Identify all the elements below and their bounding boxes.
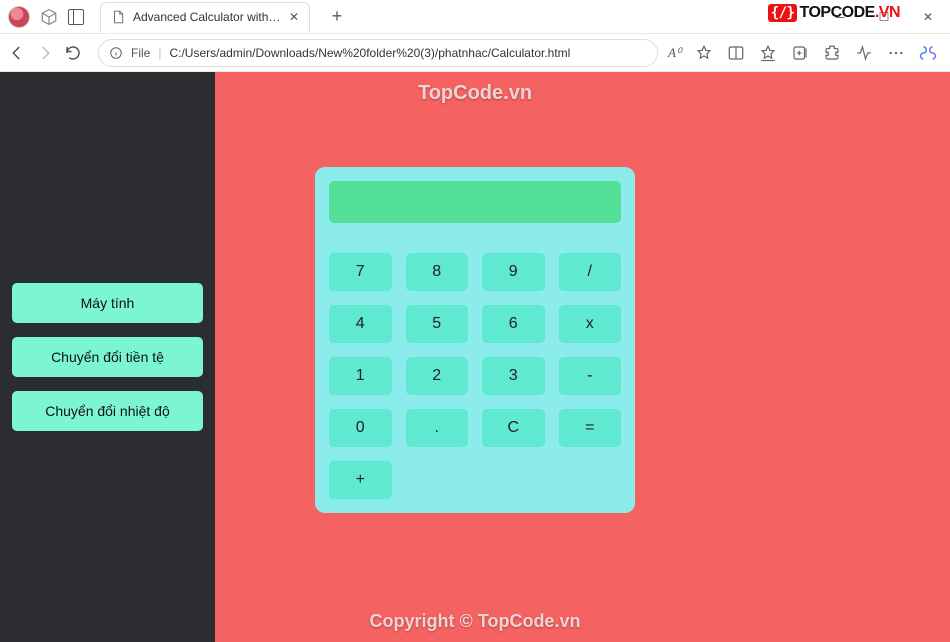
info-icon: [109, 46, 123, 60]
tab-title: Advanced Calculator with Curren: [133, 10, 281, 24]
window-titlebar: Advanced Calculator with Curren ✕ + {/} …: [0, 0, 950, 34]
performance-icon[interactable]: [855, 44, 873, 62]
key-2[interactable]: 2: [406, 357, 469, 395]
key-4[interactable]: 4: [329, 305, 392, 343]
key-plus[interactable]: +: [329, 461, 392, 499]
forward-button: [36, 44, 54, 62]
read-aloud-icon[interactable]: A⁰: [668, 45, 681, 61]
collections-icon[interactable]: [791, 44, 809, 62]
key-3[interactable]: 3: [482, 357, 545, 395]
browser-tab[interactable]: Advanced Calculator with Curren ✕: [100, 2, 310, 32]
back-button[interactable]: [8, 44, 26, 62]
sidebar-item-temperature[interactable]: Chuyển đổi nhiệt độ: [12, 391, 203, 431]
key-6[interactable]: 6: [482, 305, 545, 343]
key-divide[interactable]: /: [559, 253, 622, 291]
close-tab-icon[interactable]: ✕: [289, 10, 299, 24]
key-clear[interactable]: C: [482, 409, 545, 447]
topcode-logo: {/} TOP CODE .VN: [768, 4, 900, 22]
more-icon[interactable]: [887, 44, 905, 62]
workspaces-icon[interactable]: [40, 8, 58, 26]
browser-toolbar: File | C:/Users/admin/Downloads/New%20fo…: [0, 34, 950, 72]
profile-avatar[interactable]: [8, 6, 30, 28]
copilot-icon[interactable]: [919, 44, 937, 62]
key-8[interactable]: 8: [406, 253, 469, 291]
split-screen-icon[interactable]: [727, 44, 745, 62]
key-1[interactable]: 1: [329, 357, 392, 395]
calculator-display[interactable]: [329, 181, 621, 223]
address-bar[interactable]: File | C:/Users/admin/Downloads/New%20fo…: [98, 39, 658, 67]
key-0[interactable]: 0: [329, 409, 392, 447]
key-minus[interactable]: -: [559, 357, 622, 395]
extensions-icon[interactable]: [823, 44, 841, 62]
address-scheme: File: [131, 46, 150, 60]
page-icon: [111, 10, 125, 24]
key-equals[interactable]: =: [559, 409, 622, 447]
favorites-list-icon[interactable]: [759, 44, 777, 62]
watermark-bottom: Copyright © TopCode.vn: [370, 611, 581, 632]
key-multiply[interactable]: x: [559, 305, 622, 343]
sidebar-item-currency[interactable]: Chuyển đổi tiền tệ: [12, 337, 203, 377]
calculator: 7 8 9 / 4 5 6 x 1 2 3 - 0 . C = +: [315, 167, 635, 513]
key-7[interactable]: 7: [329, 253, 392, 291]
calculator-keypad: 7 8 9 / 4 5 6 x 1 2 3 - 0 . C = +: [329, 253, 621, 499]
tab-actions-icon[interactable]: [68, 9, 84, 25]
watermark-top: TopCode.vn: [418, 82, 532, 105]
key-5[interactable]: 5: [406, 305, 469, 343]
address-path: C:/Users/admin/Downloads/New%20folder%20…: [169, 46, 570, 60]
sidebar-item-calculator[interactable]: Máy tính: [12, 283, 203, 323]
key-9[interactable]: 9: [482, 253, 545, 291]
close-window-button[interactable]: ✕: [906, 0, 950, 34]
new-tab-button[interactable]: +: [324, 4, 350, 30]
sidebar: Máy tính Chuyển đổi tiền tệ Chuyển đổi n…: [0, 72, 215, 642]
key-decimal[interactable]: .: [406, 409, 469, 447]
refresh-button[interactable]: [64, 44, 82, 62]
page-viewport: Máy tính Chuyển đổi tiền tệ Chuyển đổi n…: [0, 72, 950, 642]
favorite-icon[interactable]: [695, 44, 713, 62]
